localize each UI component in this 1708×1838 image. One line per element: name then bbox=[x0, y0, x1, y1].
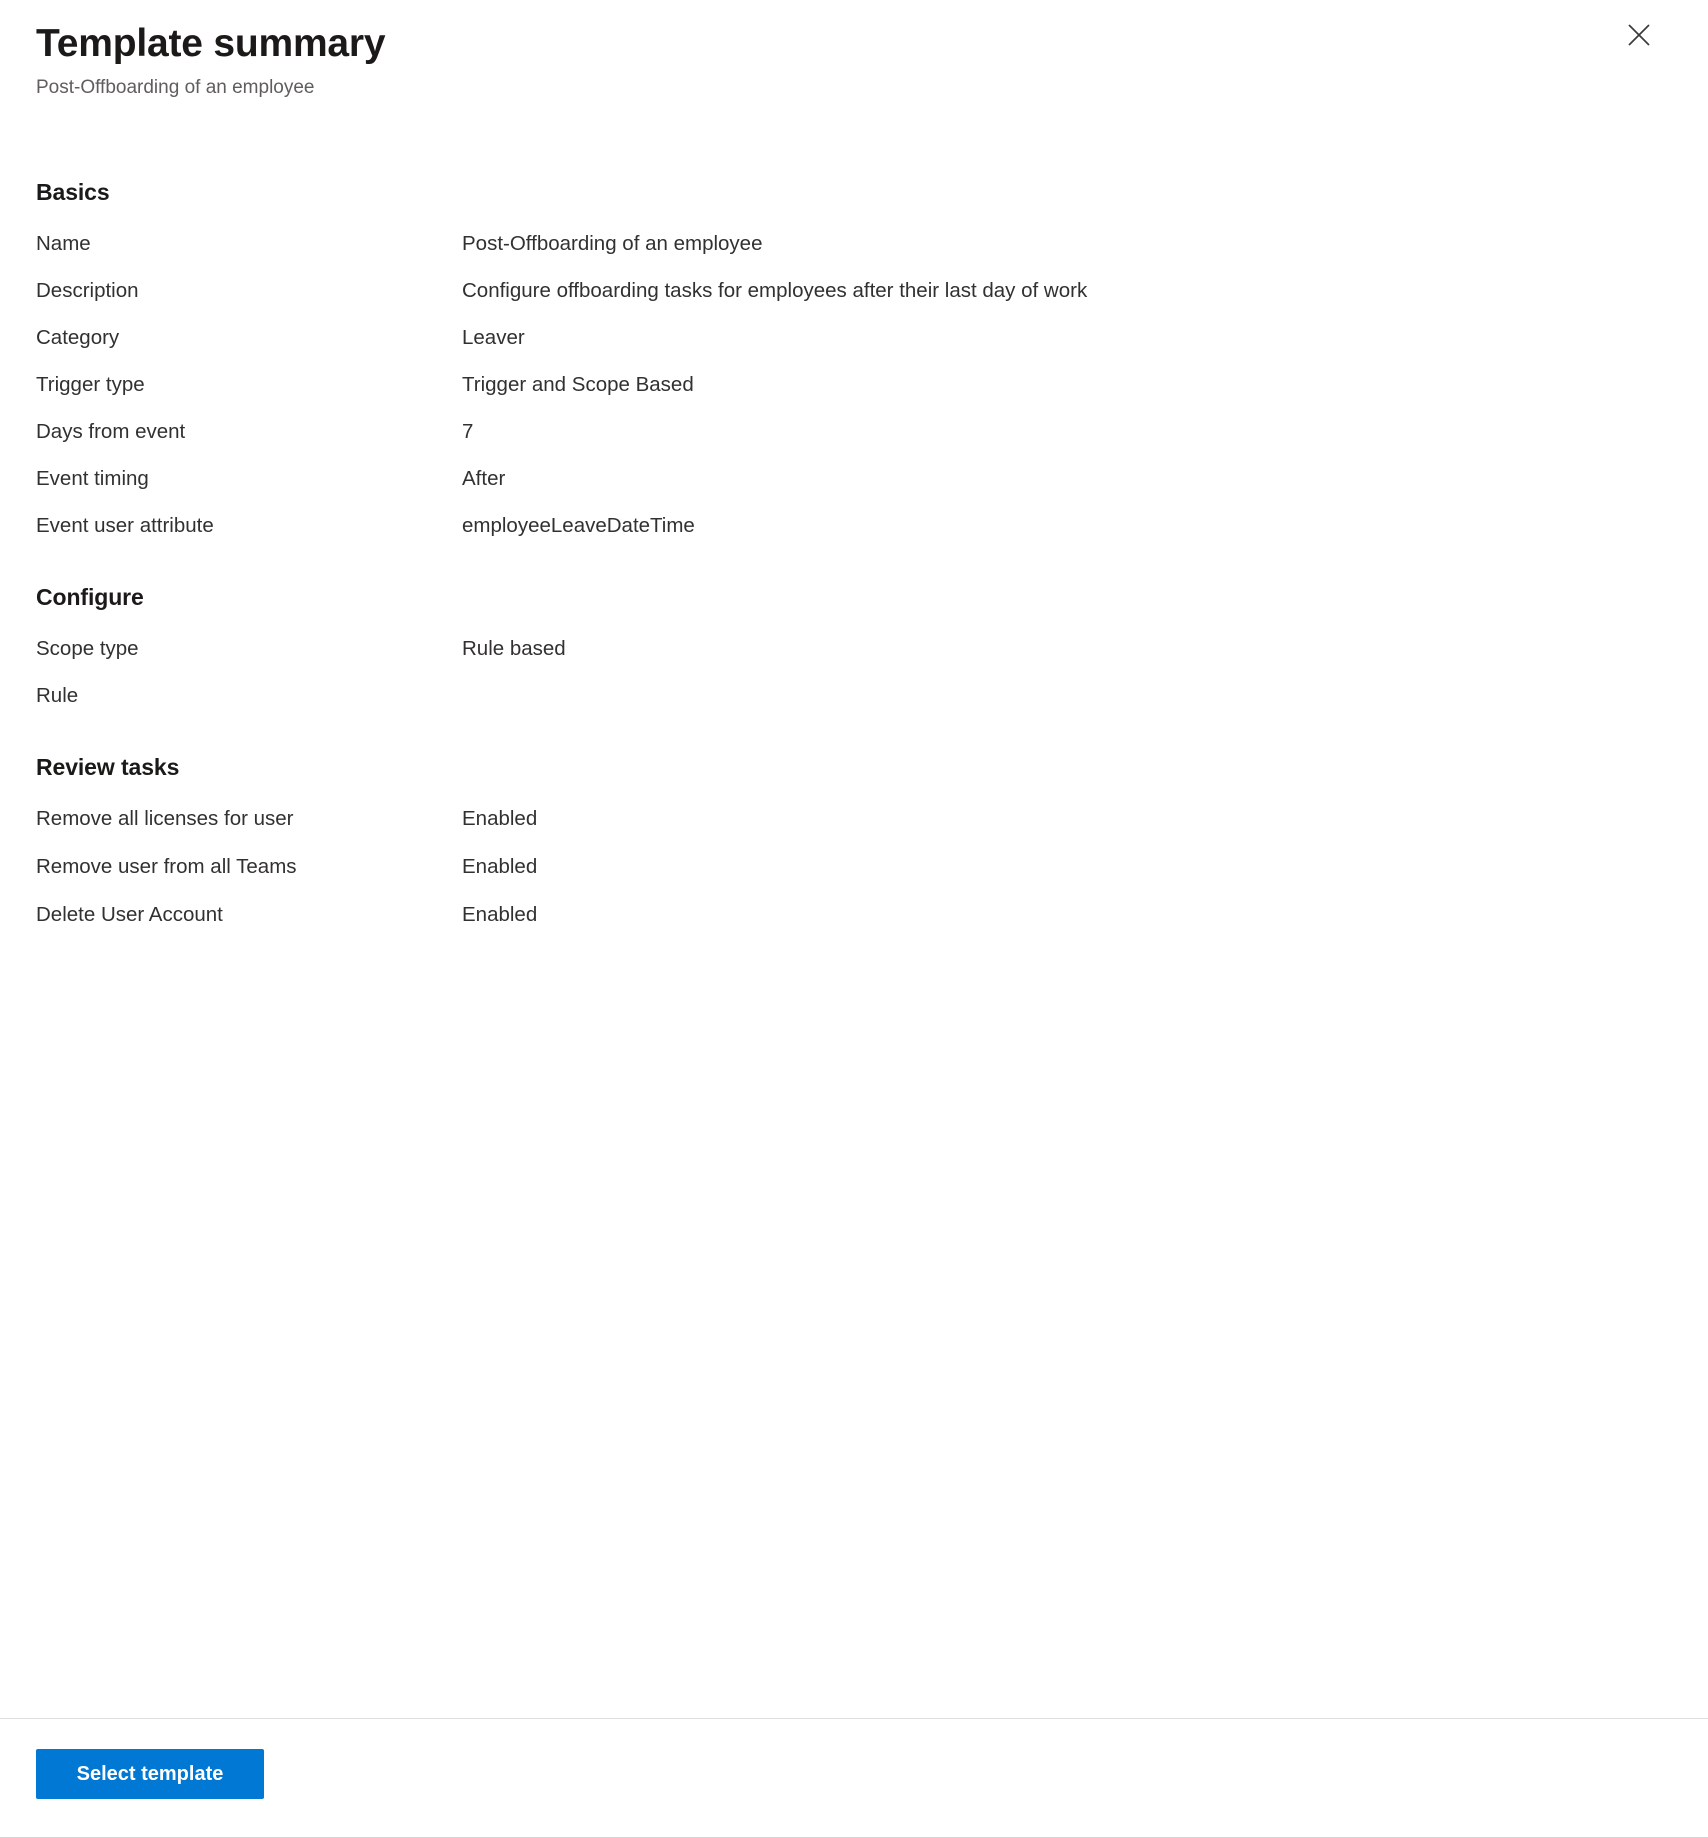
task-status: Enabled bbox=[462, 807, 538, 831]
row-label: Event timing bbox=[36, 467, 149, 491]
row-label: Trigger type bbox=[36, 373, 145, 397]
page-title: Template summary bbox=[36, 22, 386, 65]
task-row: Delete User Account Enabled bbox=[36, 901, 1672, 929]
close-button[interactable] bbox=[1618, 14, 1660, 56]
summary-row: Name Post-Offboarding of an employee bbox=[36, 230, 1672, 258]
task-status: Enabled bbox=[462, 855, 538, 879]
summary-content: Basics Name Post-Offboarding of an emplo… bbox=[0, 101, 1708, 1718]
summary-row: Event timing After bbox=[36, 465, 1672, 493]
configure-list: Scope type Rule based Rule bbox=[36, 635, 1672, 710]
row-label: Event user attribute bbox=[36, 514, 214, 538]
row-value: Configure offboarding tasks for employee… bbox=[462, 279, 1088, 303]
section-review-tasks: Review tasks Remove all licenses for use… bbox=[36, 754, 1672, 929]
row-label: Category bbox=[36, 326, 120, 350]
row-value: After bbox=[462, 467, 506, 491]
row-value: Trigger and Scope Based bbox=[462, 373, 694, 397]
row-value: Post-Offboarding of an employee bbox=[462, 232, 763, 256]
task-row: Remove all licenses for user Enabled bbox=[36, 805, 1672, 833]
row-value: employeeLeaveDateTime bbox=[462, 514, 695, 538]
close-icon bbox=[1626, 22, 1652, 48]
blade-footer: Select template bbox=[0, 1718, 1708, 1838]
row-value: Rule based bbox=[462, 637, 566, 661]
select-template-button[interactable]: Select template bbox=[36, 1749, 264, 1799]
task-label: Remove user from all Teams bbox=[36, 855, 297, 879]
section-title-review-tasks: Review tasks bbox=[36, 754, 180, 781]
summary-row: Event user attribute employeeLeaveDateTi… bbox=[36, 512, 1672, 540]
review-tasks-list: Remove all licenses for user Enabled Rem… bbox=[36, 805, 1672, 929]
section-configure: Configure Scope type Rule based Rule bbox=[36, 584, 1672, 710]
task-row: Remove user from all Teams Enabled bbox=[36, 853, 1672, 881]
row-label: Rule bbox=[36, 684, 79, 708]
template-summary-blade: Template summary Post-Offboarding of an … bbox=[0, 0, 1708, 1838]
page-subtitle: Post-Offboarding of an employee bbox=[36, 76, 315, 98]
summary-row: Days from event 7 bbox=[36, 418, 1672, 446]
row-label: Days from event bbox=[36, 420, 186, 444]
section-basics: Basics Name Post-Offboarding of an emplo… bbox=[36, 179, 1672, 540]
summary-row: Description Configure offboarding tasks … bbox=[36, 277, 1672, 305]
summary-row: Trigger type Trigger and Scope Based bbox=[36, 371, 1672, 399]
row-label: Description bbox=[36, 279, 139, 303]
row-label: Scope type bbox=[36, 637, 139, 661]
section-title-basics: Basics bbox=[36, 179, 110, 206]
task-label: Remove all licenses for user bbox=[36, 807, 294, 831]
basics-list: Name Post-Offboarding of an employee Des… bbox=[36, 230, 1672, 540]
summary-row: Scope type Rule based bbox=[36, 635, 1672, 663]
summary-row: Category Leaver bbox=[36, 324, 1672, 352]
task-status: Enabled bbox=[462, 903, 538, 927]
blade-header: Template summary Post-Offboarding of an … bbox=[0, 0, 1708, 101]
row-value: Leaver bbox=[462, 326, 525, 350]
section-title-configure: Configure bbox=[36, 584, 144, 611]
row-value: 7 bbox=[462, 420, 474, 444]
task-label: Delete User Account bbox=[36, 903, 223, 927]
row-label: Name bbox=[36, 232, 91, 256]
summary-row: Rule bbox=[36, 682, 1672, 710]
